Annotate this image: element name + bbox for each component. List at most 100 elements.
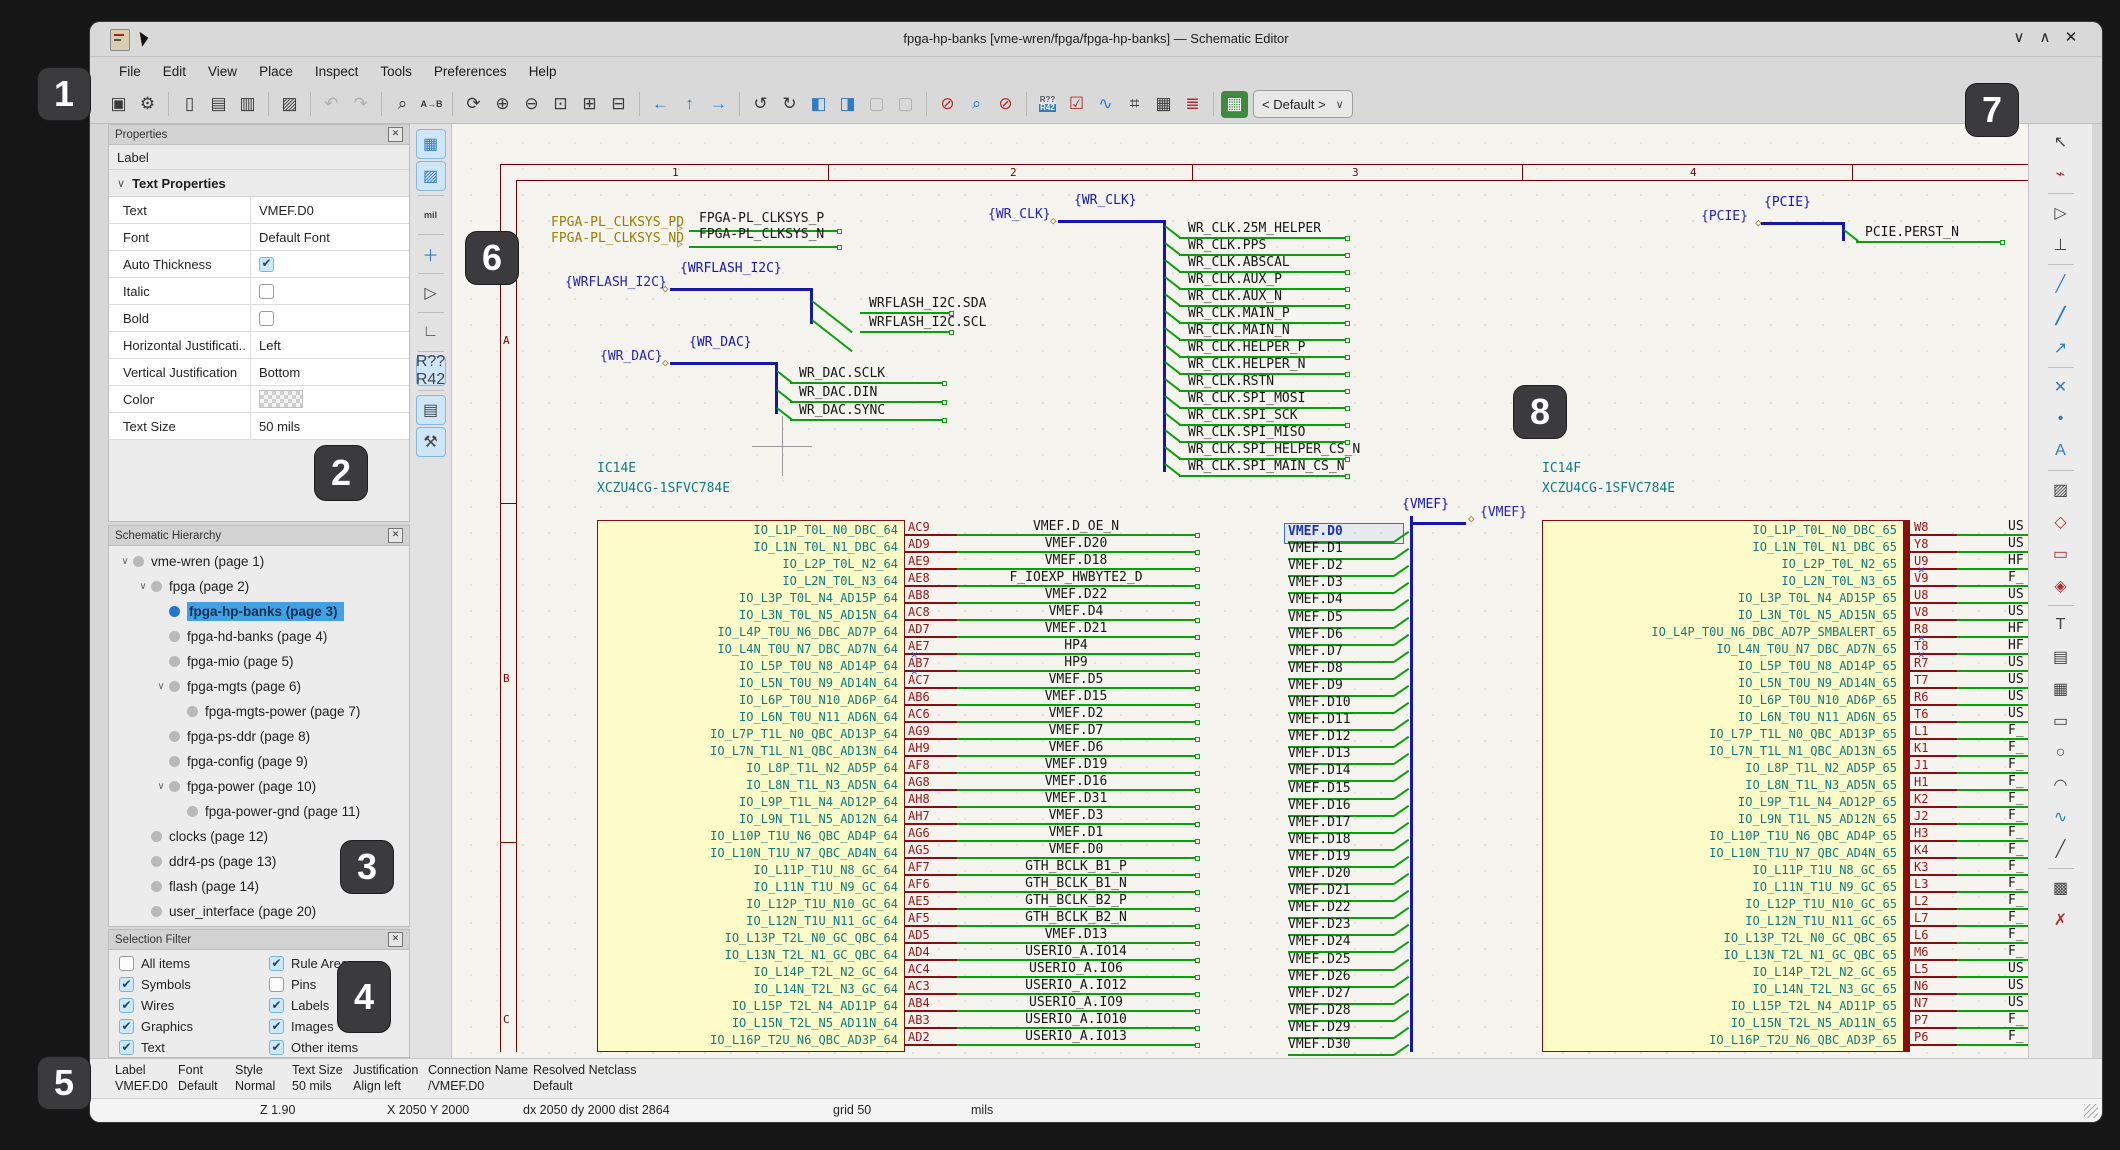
wire[interactable] — [860, 312, 949, 314]
pin-name[interactable]: IO_L3P_T0L_N4_AD15P_65 — [1738, 591, 1897, 605]
net-label[interactable]: VMEF.D20 — [957, 537, 1195, 551]
schematic-setup-button[interactable]: ⚙ — [134, 91, 161, 118]
filter-option-symbols[interactable]: Symbols — [109, 977, 259, 992]
net-label[interactable]: WR_CLK.MAIN_P — [1188, 307, 1290, 321]
wire[interactable] — [1957, 1010, 2028, 1012]
net-label[interactable]: VMEF.D21 — [1288, 884, 1351, 898]
net-label[interactable]: VMEF.D16 — [1288, 799, 1351, 813]
pin-number[interactable]: AB8 — [908, 588, 930, 602]
property-value[interactable] — [250, 305, 409, 331]
wire[interactable] — [1957, 942, 2028, 944]
sheet-item[interactable]: user_interface (page 20) — [109, 899, 409, 924]
net-label[interactable]: WR_CLK.AUX_P — [1188, 273, 1282, 287]
color-swatch[interactable] — [259, 390, 303, 408]
save-button[interactable]: ▣ — [105, 91, 132, 118]
symbol-body[interactable]: IO_L1P_T0L_N0_DBC_64 IO_L1N_T0L_N1_DBC_64… — [597, 520, 905, 1052]
paste-button[interactable]: ▨ — [276, 91, 303, 118]
pin-name[interactable]: IO_L11P_T1U_N8_GC_65 — [1753, 863, 1898, 877]
wire[interactable] — [1957, 585, 2028, 587]
pin-number[interactable]: AD7 — [908, 622, 930, 636]
wire[interactable] — [1957, 602, 2028, 604]
net-label[interactable]: VMEF.D2 — [957, 707, 1195, 721]
text-box-button[interactable]: ▤ — [2046, 642, 2076, 672]
pin-name[interactable]: IO_L5P_T0U_N8_AD14P_64 — [739, 659, 898, 673]
net-label[interactable]: VMEF.D13 — [957, 928, 1195, 942]
net-label[interactable]: WR_DAC.SCLK — [799, 367, 885, 381]
property-value[interactable]: Bottom — [250, 359, 409, 385]
net-label[interactable]: GTH_BCLK_B2_P — [957, 894, 1195, 908]
hlabel-arrow-icon[interactable]: ▷ — [677, 238, 683, 252]
checkbox[interactable] — [269, 998, 284, 1013]
bus-label[interactable]: {WRFLASH_I2C} — [680, 262, 782, 276]
net-label[interactable]: VMEF.D19 — [957, 758, 1195, 772]
chevron-down-icon[interactable]: ∨ — [137, 581, 149, 592]
symbol-value[interactable]: XCZU4CG-1SFVC784E — [597, 482, 730, 496]
property-value[interactable]: VMEF.D0 — [250, 197, 409, 223]
pin-number[interactable]: P7 — [1914, 1013, 1928, 1027]
net-label[interactable]: US — [2008, 962, 2028, 976]
checkbox[interactable] — [119, 956, 134, 971]
net-label[interactable]: F_ — [2008, 792, 2028, 806]
pin-number[interactable]: J1 — [1914, 758, 1928, 772]
hierarchical-label[interactable]: FPGA-PL_CLKSYS_PD — [551, 216, 684, 230]
net-label[interactable]: USERIO_A.IO10 — [957, 1013, 1195, 1027]
chevron-down-icon[interactable]: ∨ — [155, 681, 167, 692]
pin-name[interactable]: IO_L12P_T1U_N10_GC_64 — [746, 897, 898, 911]
net-label[interactable]: WR_CLK.HELPER_P — [1188, 341, 1305, 355]
pin-name[interactable]: IO_L15P_T2L_N4_AD11P_65 — [1731, 999, 1897, 1013]
pin-name[interactable]: IO_L9N_T1L_N5_AD12N_64 — [739, 812, 898, 826]
pin-name[interactable]: IO_L1N_T0L_N1_DBC_64 — [754, 540, 899, 554]
pin-name[interactable]: IO_L7P_T1L_N0_QBC_AD13P_64 — [710, 727, 898, 741]
net-label[interactable]: USERIO_A.IO12 — [957, 979, 1195, 993]
grid-overrides-button[interactable]: ▨ — [416, 161, 446, 191]
pin-name[interactable]: IO_L3N_T0L_N5_AD15N_64 — [739, 608, 898, 622]
net-label[interactable]: F_ — [2008, 758, 2028, 772]
net-label[interactable]: WR_CLK.ABSCAL — [1188, 256, 1290, 270]
net-label[interactable]: VMEF.D22 — [957, 588, 1195, 602]
wire[interactable] — [1957, 925, 2028, 927]
net-label[interactable]: VMEF.D27 — [1288, 987, 1351, 1001]
pin-number[interactable]: P6 — [1914, 1030, 1928, 1044]
pin-number[interactable]: L2 — [1914, 894, 1928, 908]
wire[interactable] — [1957, 772, 2028, 774]
pin-name[interactable]: IO_L15N_T2L_N5_AD11N_65 — [1731, 1016, 1897, 1030]
sheet-item[interactable]: fpga-mio (page 5) — [109, 649, 409, 674]
filter-option-graphics[interactable]: Graphics — [109, 1019, 259, 1034]
bom-export-button[interactable]: ≣ — [1179, 91, 1206, 118]
property-value[interactable]: Default Font — [250, 224, 409, 250]
net-label[interactable]: VMEF.D17 — [1288, 816, 1351, 830]
net-label[interactable]: WR_DAC.SYNC — [799, 404, 885, 418]
net-label[interactable]: VMEF.D4 — [1288, 593, 1343, 607]
symbol-value[interactable]: XCZU4CG-1SFVC784E — [1542, 482, 1675, 496]
net-label[interactable]: VMEF.D30 — [1288, 1038, 1351, 1052]
net-label[interactable]: VMEF.D18 — [1288, 833, 1351, 847]
pin-name[interactable]: IO_L1P_T0L_N0_DBC_65 — [1753, 523, 1898, 537]
pin-name[interactable]: IO_L9P_T1L_N4_AD12P_65 — [1738, 795, 1897, 809]
net-label[interactable]: VMEF.D22 — [1288, 901, 1351, 915]
pin-number[interactable]: AF8 — [908, 758, 930, 772]
hierarchical-label[interactable]: FPGA-PL_CLKSYS_ND — [551, 232, 684, 246]
pin-name[interactable]: IO_L1P_T0L_N0_DBC_64 — [754, 523, 899, 537]
title-bar[interactable]: ◥ fpga-hp-banks [vme-wren/fpga/fpga-hp-b… — [90, 22, 2102, 57]
pin-name[interactable]: IO_L2N_T0L_N3_65 — [1781, 574, 1897, 588]
wire[interactable] — [1957, 653, 2028, 655]
pin-number[interactable]: AD9 — [908, 537, 930, 551]
pin-name[interactable]: IO_L13N_T2L_N1_GC_QBC_65 — [1724, 948, 1897, 962]
pin-number[interactable]: AB3 — [908, 1013, 930, 1027]
plot-button[interactable]: ▥ — [234, 91, 261, 118]
net-label[interactable]: VMEF.D23 — [1288, 918, 1351, 932]
pin-name[interactable]: IO_L2N_T0L_N3_64 — [782, 574, 898, 588]
net-label[interactable]: VMEF.D31 — [957, 792, 1195, 806]
line-mode-90-button[interactable]: ∟ — [416, 317, 446, 347]
net-label[interactable]: VMEF.D26 — [1288, 970, 1351, 984]
net-label[interactable]: F_ — [2008, 775, 2028, 789]
simulator-button[interactable]: ∿ — [1092, 91, 1119, 118]
wire[interactable] — [1856, 241, 2000, 243]
hierarchical-label[interactable]: {PCIE} — [1701, 210, 1748, 224]
symbol-reference[interactable]: IC14E — [597, 462, 636, 476]
sheet-item[interactable]: ∨fpga (page 2) — [109, 574, 409, 599]
resize-grip[interactable] — [2084, 1104, 2098, 1118]
net-label[interactable]: F_ — [2008, 571, 2028, 585]
checkbox[interactable] — [269, 977, 284, 992]
zoom-objects-button[interactable]: ⊞ — [576, 91, 603, 118]
